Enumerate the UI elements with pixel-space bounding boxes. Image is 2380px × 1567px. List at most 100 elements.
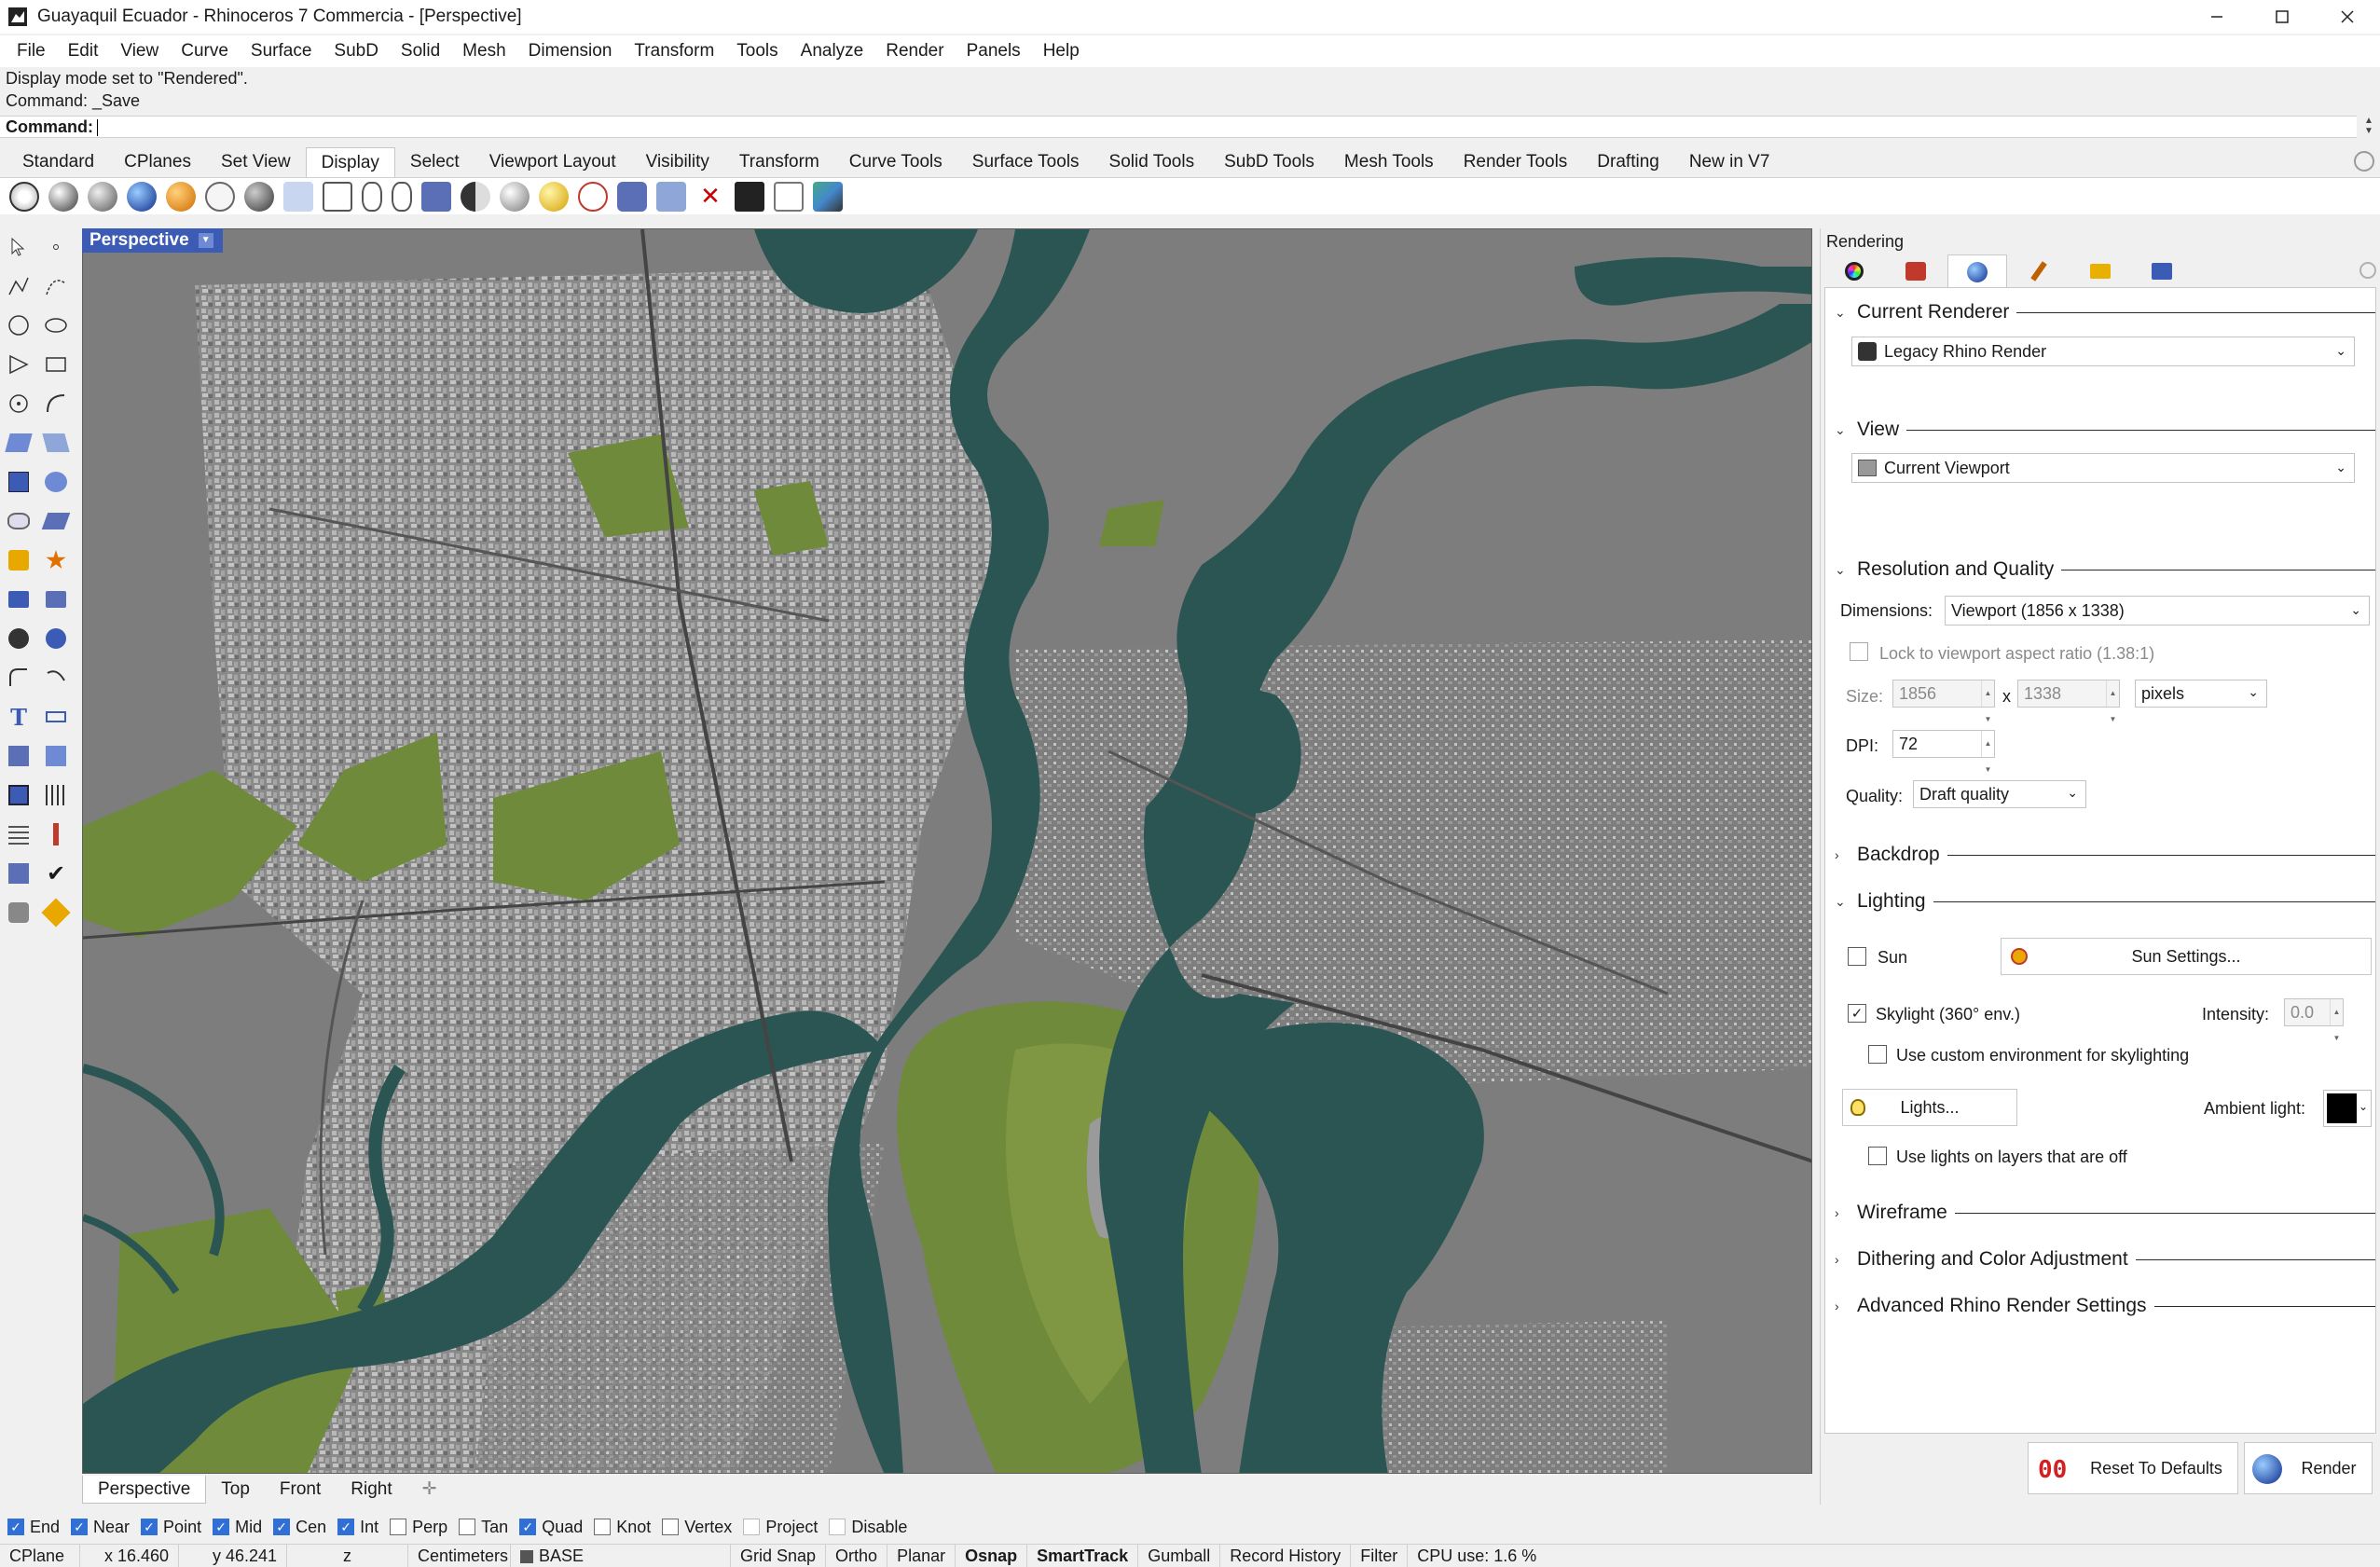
explode-icon[interactable]: [39, 543, 73, 577]
fillet-icon[interactable]: [2, 661, 35, 694]
color-wheel-icon[interactable]: [1824, 254, 1884, 288]
analyze-icon[interactable]: [2, 857, 35, 890]
group-icon[interactable]: [2, 622, 35, 655]
view-select[interactable]: Current Viewport ⌄: [1851, 453, 2355, 483]
rendered-display-icon[interactable]: [127, 181, 157, 212]
xray-display-icon[interactable]: [205, 181, 235, 212]
select-arrow-icon[interactable]: [2, 230, 35, 264]
menu-edit[interactable]: Edit: [57, 35, 110, 67]
tab-curve-tools[interactable]: Curve Tools: [834, 147, 957, 177]
tab-mesh-tools[interactable]: Mesh Tools: [1329, 147, 1449, 177]
sphere-gray-icon[interactable]: [500, 181, 530, 212]
surface-icon[interactable]: [2, 426, 35, 460]
menu-view[interactable]: View: [109, 35, 170, 67]
menu-subd[interactable]: SubD: [323, 35, 390, 67]
section-backdrop[interactable]: › Backdrop: [1835, 844, 2375, 866]
checkbox-icon[interactable]: [829, 1519, 846, 1535]
osnap-near[interactable]: ✓ Near: [71, 1518, 130, 1537]
intensity-input[interactable]: 0.0 ▲ ▼: [2284, 998, 2344, 1042]
checkbox-icon[interactable]: ✓: [7, 1519, 24, 1535]
section-current-renderer[interactable]: ⌄ Current Renderer: [1835, 301, 2375, 323]
add-viewport-icon[interactable]: ✛: [407, 1476, 452, 1504]
tab-visibility[interactable]: Visibility: [631, 147, 724, 177]
brush-icon[interactable]: [2009, 254, 2069, 288]
osnap-quad[interactable]: ✓ Quad: [519, 1518, 583, 1537]
vp-tab-front[interactable]: Front: [265, 1476, 336, 1504]
pen-display-icon[interactable]: [283, 181, 313, 212]
trim-icon[interactable]: [2, 583, 35, 616]
dpi-input[interactable]: 72 ▲ ▼: [1892, 730, 1995, 774]
command-line[interactable]: Command:: [0, 116, 2357, 138]
split-icon[interactable]: [39, 583, 73, 616]
checkbox-icon[interactable]: ✓: [213, 1519, 230, 1535]
ellipse-icon[interactable]: [39, 309, 73, 342]
osnap-perp[interactable]: Perp: [390, 1518, 447, 1537]
checkbox-icon[interactable]: ✓: [337, 1519, 355, 1535]
polygon-icon[interactable]: [2, 348, 35, 381]
skylight-checkbox[interactable]: ✓: [1848, 1004, 1866, 1023]
tab-transform[interactable]: Transform: [724, 147, 834, 177]
reset-defaults-button[interactable]: 00 Reset To Defaults: [2028, 1442, 2238, 1494]
toolbar-gear-icon[interactable]: [2354, 151, 2374, 172]
environment-icon[interactable]: [2132, 254, 2192, 288]
section-dithering[interactable]: › Dithering and Color Adjustment: [1835, 1248, 2375, 1271]
osnap-disable[interactable]: Disable: [829, 1518, 907, 1537]
command-scroll[interactable]: ▲ ▼: [2358, 112, 2380, 140]
checkbox-icon[interactable]: ✓: [71, 1519, 89, 1535]
shaded-display-icon[interactable]: [48, 181, 78, 212]
text-icon[interactable]: T: [2, 700, 35, 734]
record-history-toggle[interactable]: Record History: [1220, 1545, 1352, 1567]
ghosted-display-icon[interactable]: [88, 181, 117, 212]
disable-icon[interactable]: ✕: [695, 181, 725, 212]
checkbox-icon[interactable]: [662, 1519, 680, 1535]
target-icon[interactable]: [578, 181, 608, 212]
multi-display-icon[interactable]: [421, 181, 451, 212]
osnap-int[interactable]: ✓ Int: [337, 1518, 378, 1537]
technical-display-icon[interactable]: [244, 181, 274, 212]
height-input[interactable]: 1338 ▲ ▼: [2017, 680, 2120, 723]
ortho-toggle[interactable]: Ortho: [826, 1545, 888, 1567]
section-view[interactable]: ⌄ View: [1835, 419, 2375, 441]
tab-set-view[interactable]: Set View: [206, 147, 306, 177]
osnap-cen[interactable]: ✓ Cen: [273, 1518, 326, 1537]
renderer-select[interactable]: Legacy Rhino Render ⌄: [1851, 337, 2355, 366]
render-object-icon[interactable]: [2, 896, 35, 929]
array-icon[interactable]: [2, 739, 35, 773]
checkbox-icon[interactable]: [459, 1519, 476, 1535]
osnap-point[interactable]: ✓ Point: [141, 1518, 201, 1537]
mesh-icon[interactable]: [39, 504, 73, 538]
tab-viewport-layout[interactable]: Viewport Layout: [475, 147, 631, 177]
gumball-toggle[interactable]: Gumball: [1138, 1545, 1221, 1567]
menu-surface[interactable]: Surface: [240, 35, 323, 67]
close-icon[interactable]: [2315, 0, 2380, 34]
smarttrack-toggle[interactable]: SmartTrack: [1027, 1545, 1139, 1567]
checkbox-icon[interactable]: ✓: [273, 1519, 291, 1535]
check-icon[interactable]: ✔: [39, 857, 73, 890]
tab-display[interactable]: Display: [305, 147, 395, 177]
dimension-icon[interactable]: [39, 700, 73, 734]
sun-checkbox[interactable]: [1848, 947, 1866, 966]
spinner-icon[interactable]: ▲ ▼: [2330, 999, 2343, 1042]
spinner-icon[interactable]: ▲ ▼: [1981, 731, 1994, 774]
sun-settings-button[interactable]: Sun Settings...: [2001, 938, 2372, 975]
checkbox-icon[interactable]: ✓: [141, 1519, 158, 1535]
menu-dimension[interactable]: Dimension: [517, 35, 624, 67]
perspective-viewport[interactable]: [82, 228, 1812, 1474]
lights-button[interactable]: Lights...: [1842, 1089, 2017, 1126]
light-bulb-icon[interactable]: [539, 181, 569, 212]
spinner-icon[interactable]: ▲ ▼: [2106, 680, 2119, 723]
material-panel-icon[interactable]: [1886, 254, 1946, 288]
section-wireframe[interactable]: › Wireframe: [1835, 1202, 2375, 1224]
custom-env-checkbox[interactable]: [1868, 1045, 1887, 1064]
tab-cplanes[interactable]: CPlanes: [109, 147, 206, 177]
camera-icon[interactable]: [617, 181, 647, 212]
ambient-color-swatch[interactable]: ⌄: [2323, 1090, 2372, 1127]
vp-tab-top[interactable]: Top: [206, 1476, 265, 1504]
osnap-knot[interactable]: Knot: [594, 1518, 651, 1537]
mouse-icon[interactable]: [362, 181, 382, 212]
osnap-vertex[interactable]: Vertex: [662, 1518, 732, 1537]
tab-subd-tools[interactable]: SubD Tools: [1209, 147, 1329, 177]
width-input[interactable]: 1856 ▲ ▼: [1892, 680, 1995, 723]
circle-point-icon[interactable]: [2, 387, 35, 420]
minimize-icon[interactable]: [2184, 0, 2249, 34]
